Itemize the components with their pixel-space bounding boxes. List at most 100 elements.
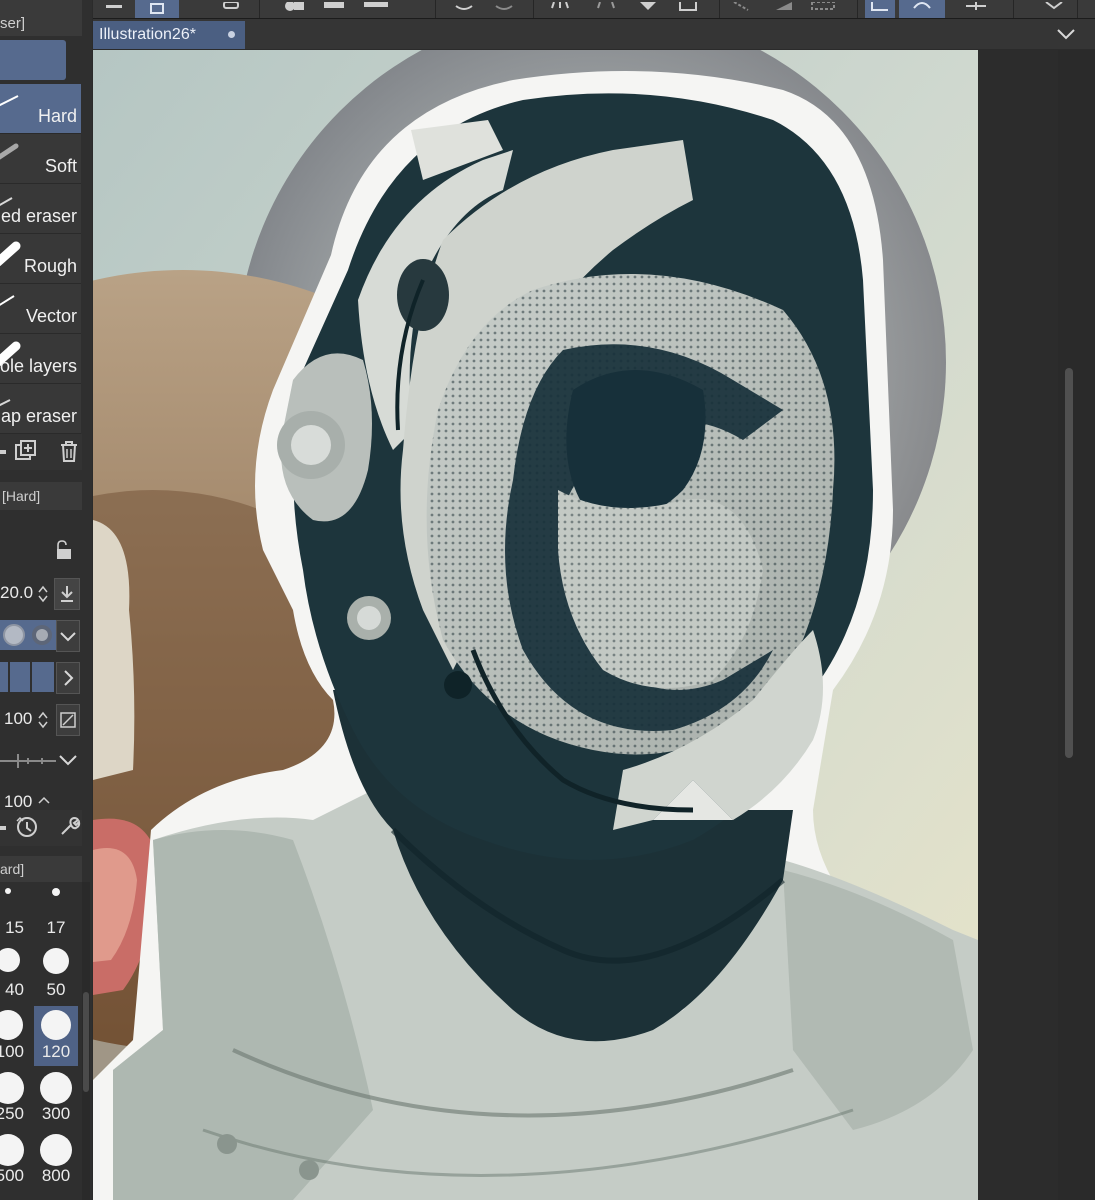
brush-size-header: ard] bbox=[0, 856, 82, 882]
brush-size-dot-icon bbox=[41, 1010, 71, 1040]
stabilization-row bbox=[0, 742, 82, 780]
brush-size-label: 250 bbox=[0, 1104, 24, 1123]
brush-size-label: 40 bbox=[5, 980, 24, 999]
brush-size-label: 300 bbox=[41, 1104, 71, 1123]
top-toolbar bbox=[93, 0, 1095, 19]
document-tab[interactable]: Illustration26* bbox=[93, 21, 245, 49]
delete-subtool-icon[interactable] bbox=[58, 440, 80, 469]
subtool-label: Vector bbox=[25, 306, 77, 326]
subtool-label: Hard bbox=[37, 106, 77, 126]
subtool-group-button[interactable] bbox=[0, 40, 66, 80]
brush-size-dot-icon bbox=[0, 1010, 23, 1040]
select-all-icon[interactable] bbox=[809, 0, 839, 18]
clear-outside-icon[interactable] bbox=[591, 0, 621, 18]
canvas-vertical-scrollbar[interactable] bbox=[1058, 50, 1095, 1200]
subtool-item-soft[interactable]: Soft bbox=[0, 134, 81, 184]
duplicate-subtool-icon[interactable] bbox=[14, 440, 38, 469]
brush-size-40[interactable]: 40 bbox=[0, 944, 30, 1004]
brush-size-title: ard] bbox=[0, 861, 25, 877]
subtool-label: ed eraser bbox=[0, 206, 77, 226]
brush-size-label: 100 bbox=[0, 1042, 24, 1061]
menu-icon[interactable] bbox=[99, 0, 129, 18]
grid-icon[interactable] bbox=[961, 0, 991, 18]
brush-size-value[interactable]: 20.0 bbox=[0, 583, 33, 603]
brush-size-15[interactable]: 15 bbox=[0, 882, 30, 942]
scroll-thumb[interactable] bbox=[1065, 368, 1073, 758]
tool-property-header: [Hard] bbox=[0, 482, 82, 510]
brush-size-50[interactable]: 50 bbox=[34, 944, 78, 1004]
reset-icon[interactable] bbox=[14, 814, 40, 845]
opacity-pressure-icon[interactable] bbox=[56, 704, 80, 736]
stabilization-slider[interactable] bbox=[0, 750, 56, 777]
settings-icon[interactable] bbox=[0, 442, 8, 467]
size-preset-button[interactable] bbox=[54, 578, 80, 610]
brush-tip-next-icon[interactable] bbox=[56, 662, 80, 694]
brush-size-label: 800 bbox=[41, 1166, 71, 1185]
brush-tip-option[interactable] bbox=[10, 662, 30, 692]
subtool-item-snap-eraser[interactable]: ap eraser bbox=[0, 384, 81, 434]
artwork-canvas[interactable] bbox=[93, 50, 978, 1200]
brush-size-row: 20.0 bbox=[0, 574, 82, 612]
settings-icon[interactable] bbox=[0, 818, 8, 843]
left-panel-scrollbar[interactable] bbox=[82, 882, 90, 1200]
size-spinner-icon[interactable] bbox=[37, 584, 49, 609]
subtool-label: ole layers bbox=[0, 356, 77, 376]
subtool-panel-title: ser] bbox=[0, 14, 26, 32]
toolbar-chevron-icon[interactable] bbox=[1039, 0, 1069, 18]
subtool-label: Soft bbox=[44, 156, 77, 176]
lock-icon[interactable] bbox=[54, 540, 74, 565]
brush-shape-chevron-icon[interactable] bbox=[56, 620, 80, 652]
brush-size-800[interactable]: 800 bbox=[34, 1130, 78, 1190]
stabilization-chevron-icon[interactable] bbox=[58, 750, 78, 775]
canvas-right-margin bbox=[978, 50, 1058, 1200]
brush-size-dot-icon bbox=[52, 888, 60, 896]
brush-size-label: 15 bbox=[5, 918, 24, 937]
folder-icon[interactable] bbox=[319, 0, 349, 18]
subtool-actions bbox=[0, 434, 82, 470]
redo-icon[interactable] bbox=[489, 0, 519, 18]
soft-circle-icon[interactable] bbox=[30, 623, 54, 652]
brush-shape-row bbox=[0, 616, 82, 654]
snap-ruler-button[interactable] bbox=[865, 0, 895, 18]
new-canvas-icon[interactable] bbox=[215, 0, 245, 18]
brush-size-300[interactable]: 300 bbox=[34, 1068, 78, 1128]
brush-size-250[interactable]: 250 bbox=[0, 1068, 30, 1128]
subtool-item-rough[interactable]: Rough bbox=[0, 234, 81, 284]
brush-size-dot-icon bbox=[0, 1134, 24, 1166]
opacity-spinner-icon[interactable] bbox=[37, 710, 49, 735]
brush-size-17[interactable]: 17 bbox=[34, 882, 78, 942]
subtool-item-whole-layers[interactable]: ole layers bbox=[0, 334, 81, 384]
brush-size-dot-icon bbox=[5, 888, 11, 894]
brush-size-100[interactable]: 100 bbox=[0, 1006, 30, 1066]
invert-selection-icon[interactable] bbox=[769, 0, 799, 18]
wrench-icon[interactable] bbox=[56, 814, 82, 845]
add-layer-icon[interactable] bbox=[279, 0, 309, 18]
brush-tip-row bbox=[0, 658, 82, 696]
unsaved-dot-icon[interactable] bbox=[228, 31, 235, 38]
snap-special-ruler-button[interactable] bbox=[899, 0, 945, 18]
brush-size-500[interactable]: 500 bbox=[0, 1130, 30, 1190]
brush-size-120[interactable]: 120 bbox=[34, 1006, 78, 1066]
transform-icon[interactable] bbox=[673, 0, 703, 18]
hardness-row: 100 bbox=[0, 784, 82, 812]
subtool-item-hard[interactable]: Hard bbox=[0, 84, 81, 134]
brush-size-dot-icon bbox=[43, 948, 69, 974]
canvas-view-button[interactable] bbox=[135, 0, 179, 18]
brush-size-label: 17 bbox=[46, 918, 66, 937]
subtool-item-kneaded-eraser[interactable]: ed eraser bbox=[0, 184, 81, 234]
subtool-item-vector[interactable]: Vector bbox=[0, 284, 81, 334]
hardness-value[interactable]: 100 bbox=[4, 792, 32, 812]
hard-circle-icon[interactable] bbox=[2, 623, 26, 652]
tab-list-chevron-icon[interactable] bbox=[1037, 19, 1095, 49]
canvas-area[interactable] bbox=[93, 50, 1058, 1200]
undo-icon[interactable] bbox=[449, 0, 479, 18]
fill-icon[interactable] bbox=[633, 0, 663, 18]
document-tab-bar: Illustration26* bbox=[93, 19, 1095, 49]
hardness-spinner-icon[interactable] bbox=[37, 792, 51, 810]
left-panel: ser] Hard Soft ed eraser Rough Vector ol… bbox=[0, 0, 92, 1200]
brush-tip-option[interactable] bbox=[32, 662, 54, 692]
save-icon[interactable] bbox=[361, 0, 391, 18]
deselect-icon[interactable] bbox=[729, 0, 759, 18]
opacity-value[interactable]: 100 bbox=[4, 709, 32, 729]
clear-icon[interactable] bbox=[545, 0, 575, 18]
